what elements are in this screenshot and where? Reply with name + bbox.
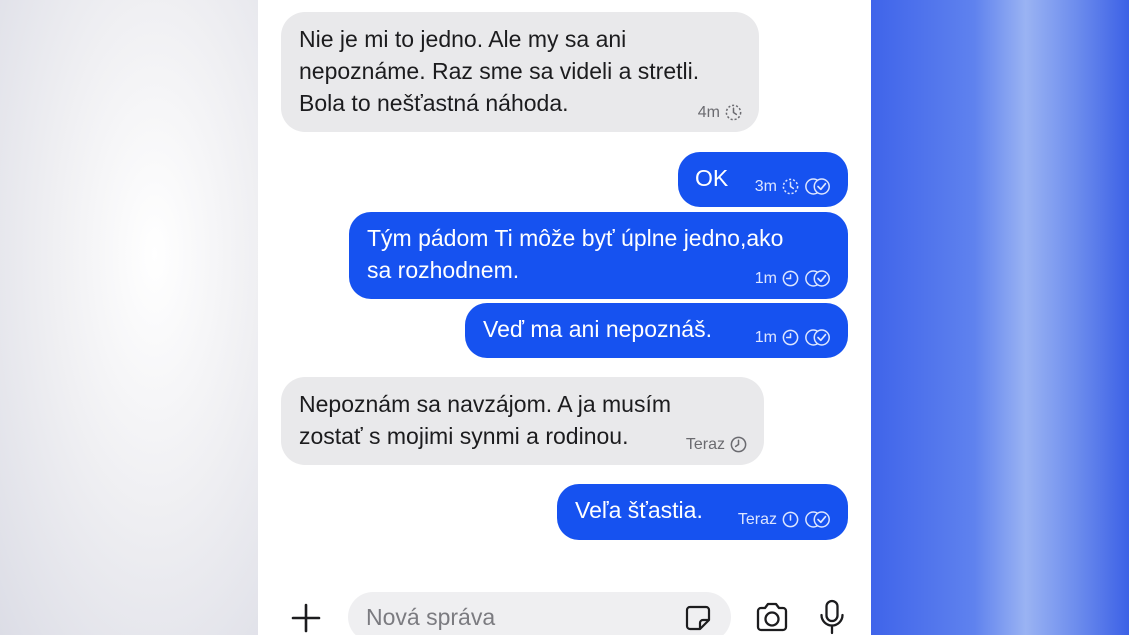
read-double-check-icon	[804, 328, 832, 347]
read-double-check-icon	[804, 177, 832, 196]
message-text: Veď ma ani nepoznáš.	[483, 316, 712, 342]
pending-dotted-clock-icon	[724, 103, 743, 122]
blurred-background-right	[871, 0, 1129, 635]
message-meta: Teraz	[738, 510, 832, 529]
blurred-background-left	[0, 0, 258, 635]
message-meta: 1m	[755, 269, 832, 288]
message-bubble-outgoing[interactable]: Tým pádom Ti môže byť úplne jedno,ako sa…	[349, 212, 848, 299]
message-time: 1m	[754, 269, 777, 287]
message-time: 3m	[754, 177, 777, 195]
timer-icon	[781, 510, 800, 529]
message-bubble-incoming[interactable]: Nepoznám sa navzájom. A ja musím zostať …	[281, 377, 764, 465]
message-text: Veľa šťastia.	[575, 497, 703, 523]
sent-clock-icon	[781, 269, 800, 288]
message-meta: 1m	[755, 328, 832, 347]
message-time: Teraz	[685, 435, 725, 453]
read-double-check-icon	[804, 510, 832, 529]
message-bubble-outgoing[interactable]: Veľa šťastia. Teraz	[557, 484, 848, 540]
plus-icon[interactable]	[288, 600, 324, 635]
message-text: Nepoznám sa navzájom. A ja musím zostať …	[299, 391, 671, 449]
pending-dotted-clock-icon	[781, 177, 800, 196]
message-input[interactable]	[364, 601, 668, 633]
microphone-icon[interactable]	[818, 598, 846, 635]
message-meta: 3m	[755, 177, 832, 196]
read-double-check-icon	[804, 269, 832, 288]
message-text: Tým pádom Ti môže byť úplne jedno,ako sa…	[367, 225, 784, 283]
message-time: 1m	[754, 328, 777, 346]
message-time: Teraz	[737, 510, 777, 528]
message-composer	[258, 588, 871, 635]
message-input-container[interactable]	[348, 592, 731, 635]
message-text: Nie je mi to jedno. Ale my sa ani nepozn…	[299, 26, 700, 116]
sent-clock-icon	[781, 328, 800, 347]
message-bubble-outgoing[interactable]: Veď ma ani nepoznáš. 1m	[465, 303, 848, 358]
message-meta: 4m	[698, 103, 743, 122]
camera-icon[interactable]	[754, 600, 790, 634]
message-time: 4m	[697, 103, 720, 121]
message-bubble-incoming[interactable]: Nie je mi to jedno. Ale my sa ani nepozn…	[281, 12, 759, 132]
timer-icon	[729, 435, 748, 454]
chat-screen: Nie je mi to jedno. Ale my sa ani nepozn…	[258, 0, 871, 635]
sticker-icon[interactable]	[683, 603, 713, 633]
message-bubble-outgoing[interactable]: OK 3m	[678, 152, 848, 207]
message-meta: Teraz	[686, 435, 748, 454]
message-text: OK	[695, 165, 729, 191]
